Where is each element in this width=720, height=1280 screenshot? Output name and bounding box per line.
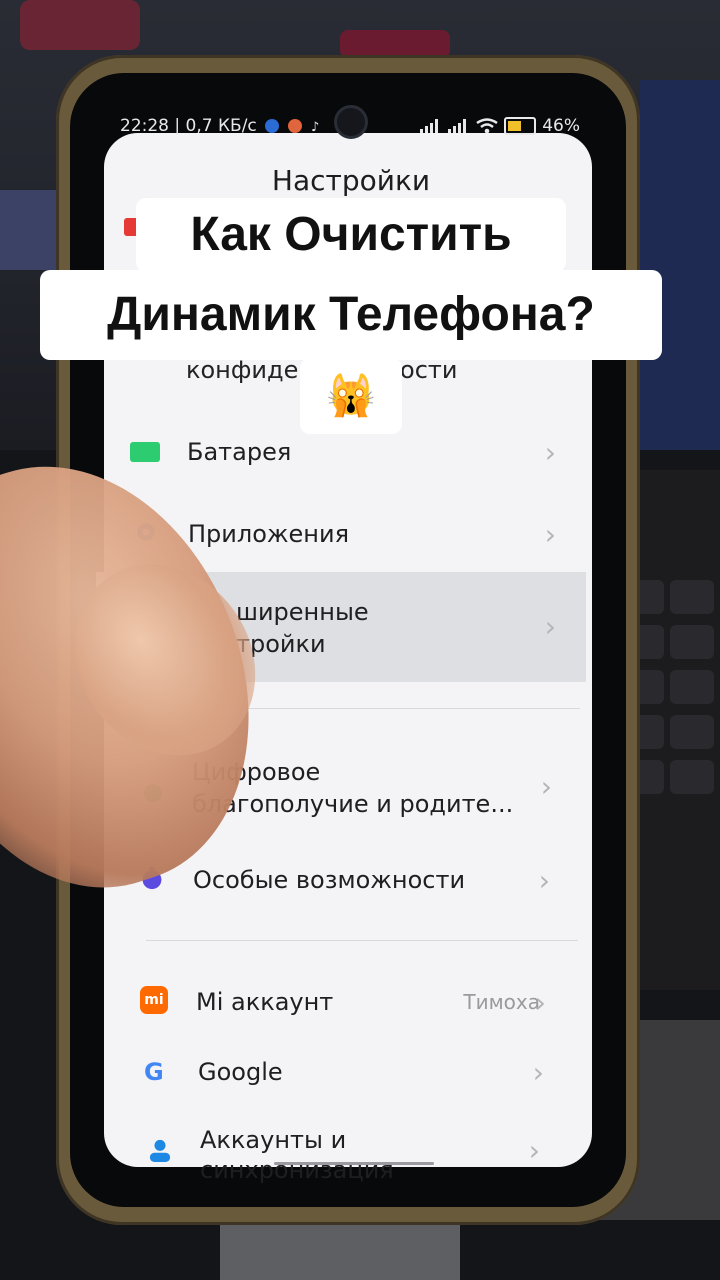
settings-item-value: Тимоха: [463, 990, 540, 1014]
caption-line1: Как Очистить: [136, 198, 566, 272]
settings-item-mi-account[interactable]: mi Mi аккаунт Тимоха ›: [60, 962, 546, 1042]
keyboard-key: [670, 625, 714, 659]
settings-item-label-line1: ширенные: [236, 598, 369, 626]
battery-icon: [130, 442, 160, 462]
battery-status-icon: [504, 117, 537, 135]
settings-item-label: Особые возможности: [193, 866, 466, 894]
chevron-right-icon: ›: [544, 518, 556, 551]
app-notification-icon: [287, 119, 302, 133]
keyboard-key: [670, 715, 714, 749]
settings-item-battery[interactable]: Батарея ›: [60, 412, 556, 492]
google-icon: G: [144, 1058, 164, 1086]
settings-item-label-line2: благополучие и родите...: [192, 790, 514, 818]
home-indicator: [274, 1162, 434, 1165]
chevron-right-icon: ›: [544, 610, 556, 643]
monitor-glow-red: [340, 30, 450, 58]
caption-emoji: 🙀: [300, 358, 402, 434]
settings-item-google[interactable]: G Google ›: [60, 1032, 544, 1112]
status-left: 22:28 | 0,7 КБ/с ♪: [120, 116, 319, 136]
signal-icon: [420, 119, 442, 133]
wifi-icon: [476, 118, 498, 134]
status-time-speed: 22:28 | 0,7 КБ/с: [120, 116, 257, 136]
settings-item-label: Mi аккаунт: [196, 988, 334, 1016]
mi-logo-icon: mi: [140, 986, 168, 1014]
chevron-right-icon: ›: [538, 864, 550, 897]
battery-percent: 46%: [542, 116, 580, 136]
chevron-right-icon: ›: [534, 986, 546, 1019]
person-icon: [149, 1139, 171, 1162]
section-divider: [146, 940, 578, 941]
chevron-right-icon: ›: [532, 1056, 544, 1089]
monitor-glow-pink: [20, 0, 140, 50]
settings-item-label: Google: [198, 1058, 283, 1086]
settings-item-label-line2: синхронизация: [200, 1156, 394, 1184]
monitor-strip: [0, 190, 60, 270]
tiktok-notification-icon: ♪: [311, 120, 320, 135]
signal-icon: [448, 119, 470, 133]
status-right: 46%: [420, 116, 580, 136]
chevron-right-icon: ›: [540, 770, 552, 803]
app-notification-icon: [265, 119, 280, 133]
status-bar: 22:28 | 0,7 КБ/с ♪ 46%: [120, 112, 580, 142]
page-title: Настройки: [271, 164, 431, 197]
settings-item-label: Приложения: [188, 520, 350, 548]
keyboard-key: [670, 760, 714, 794]
caption-line2: Динамик Телефона?: [40, 270, 662, 360]
monitor-blue-panel: [640, 80, 720, 450]
keyboard-key: [670, 580, 714, 614]
chevron-right-icon: ›: [544, 436, 556, 469]
settings-item-label-line1: Аккаунты и: [200, 1126, 347, 1154]
chevron-right-icon: ›: [528, 1134, 540, 1167]
settings-item-label: Батарея: [187, 438, 292, 466]
keyboard-key: [670, 670, 714, 704]
